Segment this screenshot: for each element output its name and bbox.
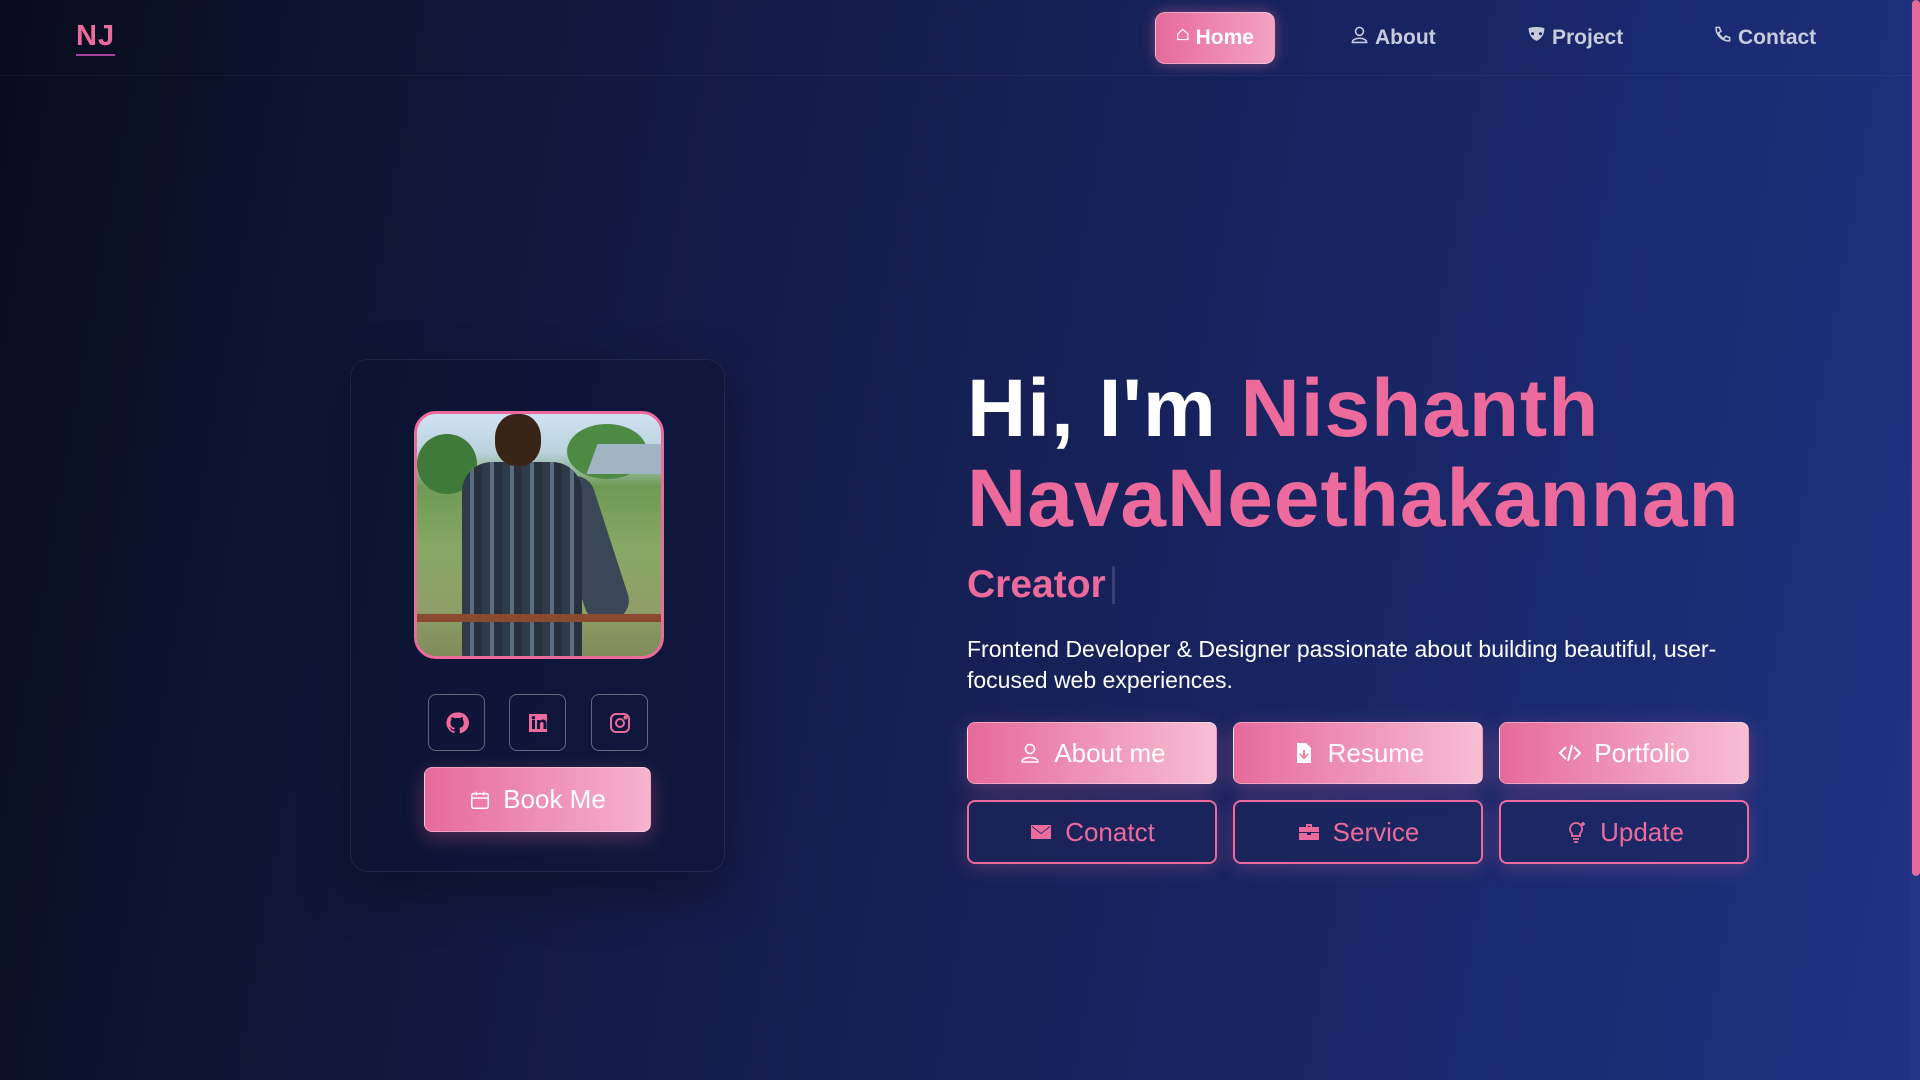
hero-heading: Hi, I'm Nishanth NavaNeethakannan [967,364,1847,544]
phone-icon [1715,26,1731,42]
typing-cursor [1111,566,1115,604]
service-button[interactable]: Service [1233,800,1483,864]
instagram-icon [609,712,630,733]
book-me-label: Book Me [503,784,606,814]
user-icon [1351,26,1368,43]
profile-card: Book Me [350,359,725,872]
instagram-button[interactable] [591,694,648,751]
scrollbar-thumb[interactable] [1912,0,1920,876]
about-me-label: About me [1054,737,1166,768]
profile-photo [414,411,664,659]
contact-button[interactable]: Conatct [967,800,1217,864]
lightbulb-icon [1569,822,1586,843]
home-icon [1177,28,1189,40]
nav-home-label: Home [1195,26,1254,49]
resume-label: Resume [1327,737,1425,768]
service-label: Service [1332,816,1420,847]
user-icon [1021,743,1040,763]
update-button[interactable]: Update [1499,800,1749,864]
calendar-icon [471,791,490,809]
github-icon [445,711,469,733]
github-button[interactable] [428,694,485,751]
envelope-icon [1031,825,1052,839]
update-label: Update [1600,816,1684,847]
nav-contact[interactable]: Contact [1693,12,1836,64]
about-me-button[interactable]: About me [967,722,1217,784]
top-navbar: NJ Home About Project Contact [0,0,1920,76]
mask-icon [1528,26,1545,41]
nav-contact-label: Contact [1738,26,1817,49]
hero-name-first: Nishanth [1240,363,1600,454]
book-me-button[interactable]: Book Me [424,767,651,832]
logo[interactable]: NJ [76,20,116,56]
file-download-icon [1296,743,1311,763]
hero-greeting: Hi, I'm [967,363,1241,454]
page-scrollbar[interactable] [1910,0,1920,1080]
nav-home[interactable]: Home [1155,12,1275,64]
resume-button[interactable]: Resume [1233,722,1483,784]
typed-role: Creator [967,563,1115,607]
nav-about[interactable]: About [1330,12,1456,64]
contact-label: Conatct [1065,816,1155,847]
portfolio-label: Portfolio [1594,737,1690,768]
nav-project[interactable]: Project [1507,12,1643,64]
hero-description: Frontend Developer & Designer passionate… [967,636,1717,693]
linkedin-icon [528,713,547,732]
toolbox-icon [1298,824,1319,840]
nav-about-label: About [1375,26,1436,49]
hero-name-last: NavaNeethakannan [967,453,1740,544]
role-text: Creator [967,563,1106,606]
linkedin-button[interactable] [509,694,566,751]
code-icon [1558,744,1582,762]
portfolio-button[interactable]: Portfolio [1499,722,1749,784]
nav-project-label: Project [1552,26,1624,49]
